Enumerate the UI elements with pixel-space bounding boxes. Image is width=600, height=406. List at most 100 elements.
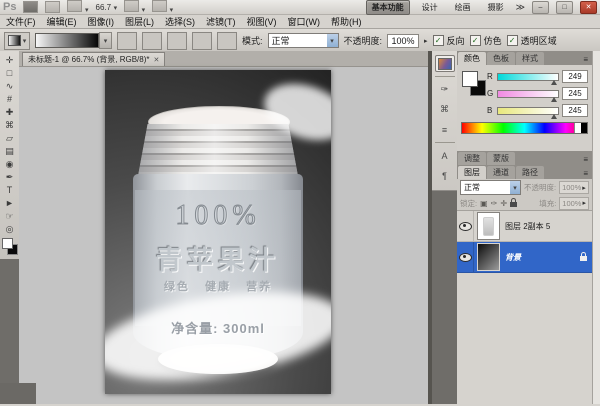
layer-name[interactable]: 背景	[502, 252, 580, 263]
marquee-tool[interactable]: □	[2, 67, 17, 79]
green-slider[interactable]	[497, 90, 559, 98]
menu-window[interactable]: 窗口(W)	[288, 15, 321, 28]
zoom-tool[interactable]: ◎	[2, 223, 17, 235]
workspace-design-button[interactable]: 设计	[417, 1, 443, 14]
workspace-overflow-button[interactable]: ≫	[516, 2, 525, 13]
lock-transparency-icon[interactable]: ▣	[480, 199, 488, 208]
diamond-gradient-button[interactable]	[217, 32, 237, 50]
panel-foreground-swatch[interactable]	[462, 71, 478, 87]
menu-layer[interactable]: 图层(L)	[125, 15, 154, 28]
tab-adjustments[interactable]: 调整	[458, 152, 486, 165]
healing-brush-tool[interactable]: ✚	[2, 106, 17, 118]
blue-slider[interactable]	[497, 107, 559, 115]
transparency-checkbox[interactable]: ✓透明区域	[507, 34, 557, 47]
gradient-sample[interactable]	[35, 33, 99, 48]
move-tool[interactable]: ✛	[2, 54, 17, 66]
menu-edit[interactable]: 编辑(E)	[47, 15, 77, 28]
foreground-color-swatch[interactable]	[2, 238, 13, 249]
angle-gradient-button[interactable]	[167, 32, 187, 50]
lock-position-icon[interactable]: ✛	[500, 199, 507, 208]
canvas[interactable]: 100% 青苹果汁 绿色 健康 营养 净含量: 300ml	[105, 70, 331, 394]
document-tab[interactable]: 未标题-1 @ 66.7% (背景, RGB/8)* ✕	[22, 52, 165, 66]
dock-scrollbar[interactable]	[592, 51, 600, 404]
lasso-tool[interactable]: ∿	[2, 80, 17, 92]
black-chip[interactable]	[581, 123, 587, 133]
dither-checkbox[interactable]: ✓仿色	[470, 34, 502, 47]
menu-filter[interactable]: 滤镜(T)	[206, 15, 236, 28]
red-value-input[interactable]: 249	[562, 70, 588, 83]
layer-comps-panel-icon[interactable]: ≡	[435, 121, 455, 138]
panel-menu-icon[interactable]: ≡	[580, 169, 591, 179]
layer-row-background[interactable]: 背景	[457, 242, 592, 273]
menu-view[interactable]: 视图(V)	[247, 15, 277, 28]
arrange-documents-button[interactable]: ▾	[124, 0, 145, 14]
path-select-tool[interactable]: ►	[2, 197, 17, 209]
green-value-input[interactable]: 245	[562, 87, 588, 100]
opacity-spinner[interactable]: ▸	[424, 37, 428, 45]
pen-tool[interactable]: ✒	[2, 171, 17, 183]
restore-button[interactable]: □	[556, 1, 573, 14]
clone-stamp-tool[interactable]: ⌘	[2, 119, 17, 131]
menu-image[interactable]: 图像(I)	[88, 15, 115, 28]
launch-bridge-icon[interactable]	[23, 1, 38, 13]
layer-opacity-value[interactable]: 100%▸	[559, 181, 589, 194]
gradient-picker[interactable]: ▾	[35, 32, 112, 49]
workspace-painting-button[interactable]: 绘画	[450, 1, 476, 14]
opacity-input[interactable]: 100%	[387, 34, 419, 48]
visibility-cell[interactable]	[457, 242, 474, 272]
zoom-level-button[interactable]: 66.7 ▾	[96, 2, 118, 12]
tab-channels[interactable]: 通道	[487, 166, 515, 179]
slider-thumb[interactable]	[551, 114, 557, 119]
view-extras-button[interactable]: ▾	[67, 0, 88, 14]
workspace-essentials-button[interactable]: 基本功能	[366, 0, 410, 15]
lock-all-icon[interactable]	[510, 202, 517, 207]
gradient-picker-arrow[interactable]: ▾	[99, 32, 112, 49]
panel-menu-icon[interactable]: ≡	[580, 55, 591, 65]
brush-presets-panel-icon[interactable]: ✑	[435, 81, 455, 98]
minimize-button[interactable]: –	[532, 1, 549, 14]
blue-value-input[interactable]: 245	[562, 104, 588, 117]
gradient-tool-preset-button[interactable]: ▾	[4, 32, 30, 50]
layer-thumbnail-cell[interactable]	[474, 212, 502, 240]
gradient-tool[interactable]: ▤	[2, 145, 17, 157]
history-panel-icon[interactable]	[435, 55, 455, 72]
color-spectrum-ramp[interactable]	[461, 122, 588, 134]
menu-file[interactable]: 文件(F)	[6, 15, 36, 28]
red-slider[interactable]	[497, 73, 559, 81]
visibility-cell[interactable]	[457, 211, 474, 241]
menu-select[interactable]: 选择(S)	[165, 15, 195, 28]
lock-pixels-icon[interactable]: ✑	[491, 199, 498, 208]
eraser-tool[interactable]: ▱	[2, 132, 17, 144]
blur-tool[interactable]: ◉	[2, 158, 17, 170]
mini-bridge-icon[interactable]	[45, 1, 60, 13]
radial-gradient-button[interactable]	[142, 32, 162, 50]
layer-thumbnail-cell[interactable]	[474, 243, 502, 271]
menu-help[interactable]: 帮助(H)	[331, 15, 362, 28]
workspace-photography-button[interactable]: 摄影	[483, 1, 509, 14]
layer-blend-mode-select[interactable]: 正常▾	[460, 180, 521, 195]
tab-close-icon[interactable]: ✕	[153, 56, 159, 64]
layer-name[interactable]: 图层 2副本 5	[502, 221, 592, 232]
tab-color[interactable]: 颜色	[458, 52, 486, 65]
screen-mode-button[interactable]: ▾	[152, 0, 173, 14]
slider-thumb[interactable]	[551, 80, 557, 85]
close-button[interactable]: ✕	[580, 1, 597, 14]
blend-mode-select[interactable]: 正常▾	[268, 33, 339, 48]
clone-source-panel-icon[interactable]: ⌘	[435, 101, 455, 118]
linear-gradient-button[interactable]	[117, 32, 137, 50]
paragraph-panel-icon[interactable]: ¶	[435, 167, 455, 184]
type-tool[interactable]: T	[2, 184, 17, 196]
panel-menu-icon[interactable]: ≡	[580, 155, 591, 165]
tab-masks[interactable]: 蒙版	[487, 152, 515, 165]
tab-styles[interactable]: 样式	[516, 52, 544, 65]
fill-value[interactable]: 100%▸	[559, 197, 589, 210]
hand-tool[interactable]: ☞	[2, 210, 17, 222]
reverse-checkbox[interactable]: ✓反向	[433, 34, 465, 47]
character-panel-icon[interactable]: A	[435, 147, 455, 164]
slider-thumb[interactable]	[551, 97, 557, 102]
layer-row-can[interactable]: 图层 2副本 5	[457, 211, 592, 242]
tab-paths[interactable]: 路径	[516, 166, 544, 179]
tab-layers[interactable]: 图层	[458, 166, 486, 179]
white-chip[interactable]	[574, 123, 581, 133]
tab-swatches[interactable]: 色板	[487, 52, 515, 65]
